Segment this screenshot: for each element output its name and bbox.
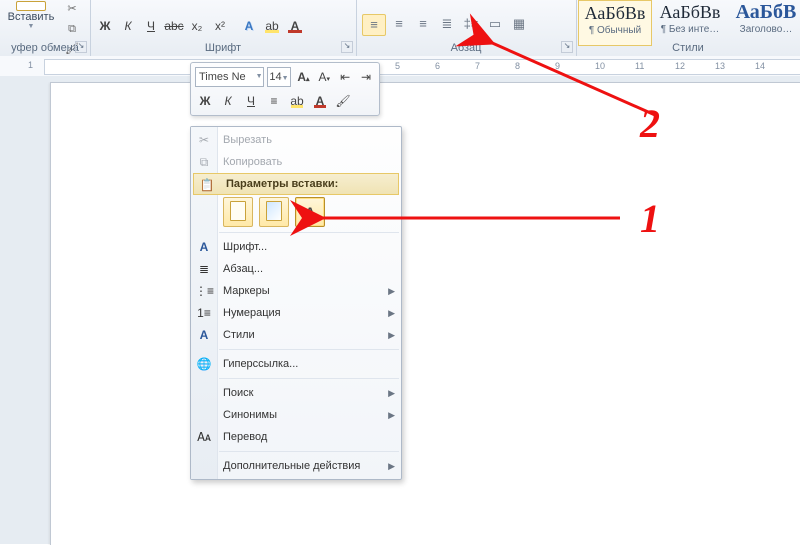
underline-button[interactable]: Ч <box>140 16 162 36</box>
mini-font-combo[interactable]: Times Ne▼ <box>195 67 264 87</box>
mini-highlight[interactable]: ab <box>287 91 307 111</box>
shrink-font-button[interactable]: A▾ <box>315 67 333 87</box>
style-sample: АаБбВ <box>730 0 800 24</box>
group-font: Ж К Ч abc x₂ x² A ab A Шрифт ↘ <box>90 0 357 56</box>
cut-button[interactable]: ✂ <box>62 0 82 18</box>
hyperlink-icon: 🌐 <box>195 355 213 373</box>
ruler-mark: 7 <box>475 61 480 71</box>
style-nospacing[interactable]: АаБбВв ¶ Без инте… <box>654 0 726 44</box>
numbering-icon: 1≡ <box>195 304 213 322</box>
ctx-cut: ✂ Вырезать <box>191 129 401 151</box>
horizontal-ruler[interactable]: L 1 5 6 7 8 9 10 11 12 13 14 <box>0 56 800 77</box>
group-paragraph: ≡ ≡ ≡ ≣ ‡≡ ▭ ▦ Абзац ↘ <box>356 0 577 56</box>
ctx-search[interactable]: Поиск▶ <box>191 382 401 404</box>
clipboard-icon <box>16 1 46 11</box>
font-dialog-launcher[interactable]: ↘ <box>341 41 353 53</box>
align-left-button[interactable]: ≡ <box>362 14 386 36</box>
align-center-button[interactable]: ≡ <box>388 14 410 34</box>
styles-icon: A <box>195 326 213 344</box>
styles-group-label: Стили <box>576 42 800 54</box>
bullets-icon: ⋮≡ <box>195 282 213 300</box>
group-clipboard: Вставить ▼ ✂ ⧉ 🖌 уфер обмена ↘ <box>0 0 91 56</box>
copy-button[interactable]: ⧉ <box>62 20 82 38</box>
page[interactable] <box>50 82 800 545</box>
mini-italic[interactable]: К <box>218 91 238 111</box>
ctx-styles[interactable]: A Стили▶ <box>191 324 401 346</box>
ruler-mark: 13 <box>715 61 725 71</box>
ctx-hyperlink[interactable]: 🌐 Гиперссылка... <box>191 353 401 375</box>
paragraph-icon: ≣ <box>195 260 213 278</box>
shading-button[interactable]: ▭ <box>484 14 506 34</box>
paragraph-dialog-launcher[interactable]: ↘ <box>561 41 573 53</box>
superscript-button[interactable]: x² <box>209 16 231 36</box>
style-sample: АаБбВв <box>654 0 726 24</box>
subscript-button[interactable]: x₂ <box>186 16 208 36</box>
group-styles: АаБбВв ¶ Обычный АаБбВв ¶ Без инте… АаБб… <box>576 0 800 56</box>
style-name: ¶ Обычный <box>579 25 651 36</box>
context-menu: ✂ Вырезать ⧉ Копировать 📋 Параметры вста… <box>190 126 402 480</box>
justify-button[interactable]: ≣ <box>436 14 458 34</box>
style-name: ¶ Без инте… <box>654 24 726 35</box>
mini-underline[interactable]: Ч <box>241 91 261 111</box>
ruler-mark: 6 <box>435 61 440 71</box>
borders-button[interactable]: ▦ <box>508 14 530 34</box>
paste-button[interactable]: Вставить ▼ <box>4 1 58 30</box>
ctx-synonyms[interactable]: Синонимы▶ <box>191 404 401 426</box>
mini-increase-indent[interactable]: ⇥ <box>357 67 375 87</box>
ruler-mark: 8 <box>515 61 520 71</box>
mini-center[interactable]: ≡ <box>264 91 284 111</box>
align-right-button[interactable]: ≡ <box>412 14 434 34</box>
ruler-mark: 11 <box>635 61 644 71</box>
paste-merge[interactable] <box>259 197 289 227</box>
style-sample: АаБбВв <box>579 1 651 25</box>
translate-icon: 🗛 <box>195 428 213 446</box>
ctx-paste-header: 📋 Параметры вставки: <box>193 173 399 195</box>
ruler-mark: 9 <box>555 61 560 71</box>
ruler-left-number: 1 <box>28 60 33 70</box>
ctx-copy: ⧉ Копировать <box>191 151 401 173</box>
font-icon: A <box>195 238 213 256</box>
ctx-translate[interactable]: 🗛 Перевод <box>191 426 401 448</box>
bold-button[interactable]: Ж <box>94 16 116 36</box>
mini-decrease-indent[interactable]: ⇤ <box>336 67 354 87</box>
ctx-numbering[interactable]: 1≡ Нумерация▶ <box>191 302 401 324</box>
ctx-paste-options: А <box>191 195 401 229</box>
mini-size-combo[interactable]: 14▼ <box>267 67 292 87</box>
clipboard-dialog-launcher[interactable]: ↘ <box>75 41 87 53</box>
mini-font-color[interactable]: A <box>310 91 330 111</box>
strike-button[interactable]: abc <box>163 16 185 36</box>
ruler-mark: 10 <box>595 61 605 71</box>
font-group-label: Шрифт <box>90 42 356 54</box>
mini-format-painter[interactable]: 🖌 <box>333 91 353 111</box>
text-effects-button[interactable]: A <box>238 16 260 36</box>
paragraph-group-label: Абзац <box>356 42 576 54</box>
ribbon: Вставить ▼ ✂ ⧉ 🖌 уфер обмена ↘ Ж К Ч abc… <box>0 0 800 57</box>
copy-icon: ⧉ <box>195 153 213 171</box>
ruler-mark: 14 <box>755 61 765 71</box>
font-color-button[interactable]: A <box>284 16 306 36</box>
ctx-paragraph[interactable]: ≣ Абзац... <box>191 258 401 280</box>
line-spacing-button[interactable]: ‡≡ <box>460 14 482 34</box>
mini-bold[interactable]: Ж <box>195 91 215 111</box>
cut-icon: ✂ <box>195 131 213 149</box>
paste-label: Вставить <box>4 11 58 23</box>
style-normal[interactable]: АаБбВв ¶ Обычный <box>578 0 652 46</box>
ctx-extra[interactable]: Дополнительные действия▶ <box>191 455 401 477</box>
paste-keep-source[interactable] <box>223 197 253 227</box>
style-name: Заголово… <box>730 24 800 35</box>
style-heading1[interactable]: АаБбВ Заголово… <box>730 0 800 44</box>
italic-button[interactable]: К <box>117 16 139 36</box>
paste-text-only[interactable]: А <box>295 197 325 227</box>
grow-font-button[interactable]: A▴ <box>294 67 312 87</box>
ruler-mark: 12 <box>675 61 685 71</box>
clipboard-icon: 📋 <box>198 176 216 194</box>
ruler-mark: 5 <box>395 61 400 71</box>
ctx-font[interactable]: A Шрифт... <box>191 236 401 258</box>
mini-toolbar: Times Ne▼ 14▼ A▴ A▾ ⇤ ⇥ Ж К Ч ≡ ab A 🖌 <box>190 62 380 116</box>
ctx-bullets[interactable]: ⋮≡ Маркеры▶ <box>191 280 401 302</box>
highlight-button[interactable]: ab <box>261 16 283 36</box>
